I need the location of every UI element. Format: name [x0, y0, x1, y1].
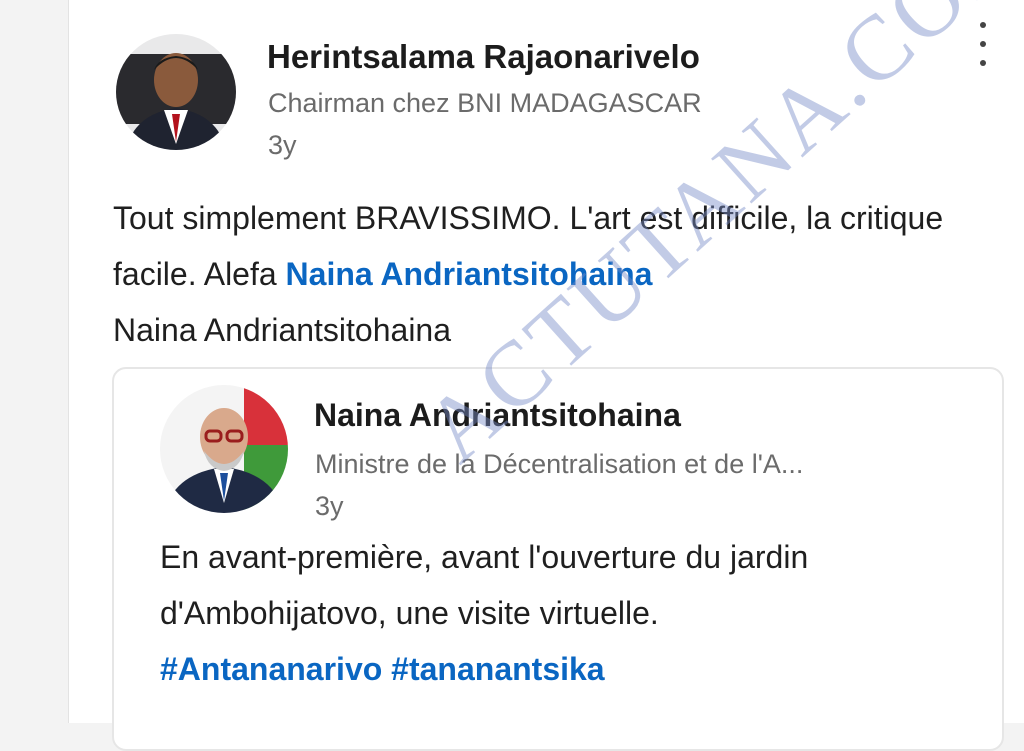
post-text: Tout simplement BRAVISSIMO. L'art est di…	[113, 190, 1013, 358]
shared-post-body: En avant-première, avant l'ouverture du …	[160, 539, 809, 631]
shared-author-avatar[interactable]	[160, 385, 288, 513]
mention-link[interactable]: Naina Andriantsitohaina	[286, 256, 653, 292]
more-vertical-icon[interactable]	[971, 22, 995, 66]
shared-post-time: 3y	[315, 491, 344, 521]
post-card: Herintsalama Rajaonarivelo Chairman chez…	[68, 0, 1024, 751]
shared-post[interactable]: Naina Andriantsitohaina Ministre de la D…	[112, 367, 1004, 751]
author-avatar[interactable]	[116, 34, 236, 150]
hashtag-link[interactable]: #tananantsika	[391, 651, 604, 687]
hashtag-link[interactable]: #Antananarivo	[160, 651, 382, 687]
shared-post-text: En avant-première, avant l'ouverture du …	[160, 529, 980, 697]
author-headline: Chairman chez BNI MADAGASCAR	[268, 88, 702, 118]
post-text-end: Naina Andriantsitohaina	[113, 312, 452, 348]
shared-author-headline: Ministre de la Décentralisation et de l'…	[315, 449, 804, 479]
post-time: 3y	[268, 130, 297, 160]
author-name[interactable]: Herintsalama Rajaonarivelo	[267, 38, 700, 76]
shared-author-name[interactable]: Naina Andriantsitohaina	[314, 397, 681, 434]
